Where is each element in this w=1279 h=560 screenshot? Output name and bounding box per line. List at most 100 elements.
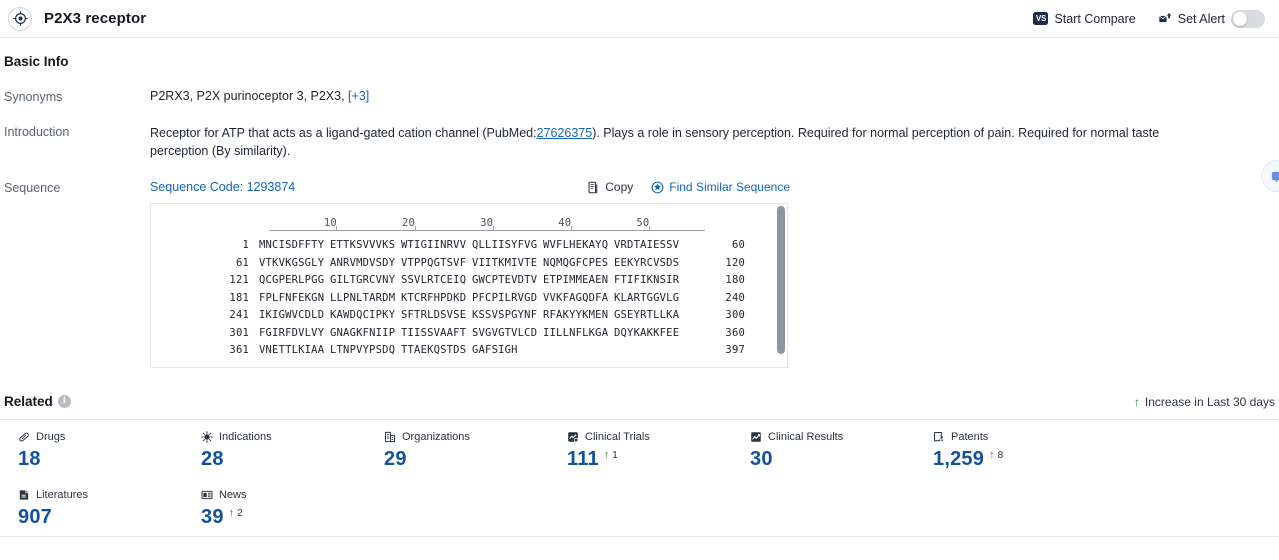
card-header: Clinical Results — [750, 430, 915, 444]
sequence-chunk: VNETTLKIAA — [259, 344, 325, 356]
sequence-chunk: GSEYRTLLKA — [614, 309, 680, 321]
card-value-row: 1,259 ↑ 8 — [933, 449, 1098, 469]
introduction-text-pre: Receptor for ATP that acts as a ligand-g… — [150, 126, 537, 140]
sequence-chunk: EEKYRCVSDS — [614, 256, 680, 269]
introduction-label: Introduction — [4, 125, 70, 139]
sequence-line: 1 MNCISDFFTY ETTKSVVVKS WTIGIINRVV QLLIISYFV… — [151, 236, 787, 254]
sequence-chunk: ANRVMDVSDY — [330, 256, 396, 269]
card-value-row: 30 — [750, 449, 915, 469]
sequence-start-index: 61 — [235, 256, 249, 269]
find-similar-sequence-button[interactable]: Find Similar Sequence — [651, 180, 790, 194]
ruler-tick-label: 30 — [480, 217, 494, 230]
target-circle-icon[interactable] — [8, 6, 32, 31]
main-content: Basic Info Synonyms P2RX3, P2X purinocep… — [0, 38, 1279, 538]
patent-icon — [933, 431, 945, 443]
card-delta: ↑ 1 — [603, 449, 618, 462]
related-card-clinical-trials[interactable]: Clinical Trials 111 ↑ 1 — [549, 420, 732, 478]
sequence-end-index: 300 — [725, 309, 745, 321]
sequence-chunk: TIISSVAAFT — [401, 326, 467, 339]
card-header: Indications — [201, 430, 366, 444]
delta-up-arrow-icon: ↑ — [228, 507, 235, 520]
card-value-row: 111 ↑ 1 — [567, 449, 732, 469]
virus-icon — [201, 431, 213, 444]
ruler-tick-label: 10 — [323, 217, 337, 230]
sequence-chunk: VIITKMIVTE — [472, 256, 538, 269]
book-icon — [18, 489, 30, 501]
sequence-start-index: 361 — [229, 344, 249, 356]
clinical-trial-icon — [567, 431, 579, 443]
copy-button[interactable]: Copy — [587, 180, 633, 194]
sequence-code[interactable]: Sequence Code: 1293874 — [150, 180, 295, 194]
sequence-chunk: VTKVKGSGLY — [259, 256, 325, 269]
sequence-end-index: 240 — [725, 291, 745, 304]
delta-up-arrow-icon: ↑ — [989, 449, 995, 462]
card-label: Drugs — [36, 431, 66, 444]
sequence-chunk: WTIGIINRVV — [401, 239, 467, 251]
sequence-chunk: MNCISDFFTY — [259, 239, 325, 251]
start-compare-label: Start Compare — [1054, 11, 1136, 26]
sequence-scrollbar[interactable] — [777, 206, 785, 355]
sequence-label: Sequence — [4, 181, 61, 196]
sequence-chunk: TTAEKQSTDS — [401, 344, 467, 356]
synonyms-value: P2RX3, P2X purinoceptor 3, P2X3, [+3] — [150, 89, 1279, 104]
app-header: P2X3 receptor VS Start Compare Set Alert — [0, 0, 1279, 38]
card-value: 29 — [384, 448, 407, 471]
synonyms-more-link[interactable]: [+3] — [348, 89, 369, 103]
card-value: 111 — [567, 448, 599, 471]
sequence-chunk: QLLIISYFVG — [472, 239, 538, 251]
sequence-chunk: GAFSIGH — [472, 344, 518, 356]
start-compare-button[interactable]: VS Start Compare — [1033, 11, 1136, 26]
sequence-chunk: KSSVSPGYNF — [472, 309, 538, 321]
up-arrow-icon: ↑ — [1133, 394, 1140, 409]
card-delta: ↑ 2 — [228, 507, 243, 520]
card-label: Literatures — [36, 489, 88, 502]
card-label: Organizations — [402, 431, 470, 444]
card-value-row: 29 — [384, 449, 549, 469]
sequence-header: Sequence Code: 1293874 Copy Find Similar… — [150, 180, 790, 194]
related-card-literatures[interactable]: Literatures 907 — [0, 478, 183, 536]
sequence-start-index: 241 — [229, 309, 249, 321]
related-card-organizations[interactable]: Organizations 29 — [366, 420, 549, 478]
sequence-chunk: VTPPQGTSVF — [401, 256, 467, 269]
sequence-chunk: VRDTAIESSV — [614, 239, 680, 251]
sequence-chunk: IILLNFLKGA — [543, 326, 609, 339]
sequence-chunk: IKIGWVCDLD — [259, 309, 325, 321]
sequence-chunk-spacer — [543, 344, 614, 356]
card-value: 1,259 — [933, 448, 985, 471]
card-value-row: 907 — [18, 507, 183, 527]
ruler-tick-label: 40 — [558, 217, 572, 230]
sequence-lines: 1 MNCISDFFTY ETTKSVVVKS WTIGIINRVV QLLIISYFV… — [151, 236, 787, 359]
set-alert-control[interactable]: Set Alert — [1158, 9, 1265, 28]
sequence-ruler: 10 20 30 40 50 — [151, 214, 787, 236]
sequence-viewer[interactable]: 10 20 30 40 50 1 MNCISDFFTY ETTKSVVVKS WTIGIINR… — [150, 203, 788, 369]
delta-up-arrow-icon: ↑ — [603, 449, 610, 462]
sequence-chunk: VVKFAGQDFA — [543, 291, 609, 304]
related-title: Related — [4, 394, 53, 410]
related-card-news[interactable]: News 39 ↑ 2 — [183, 478, 366, 536]
header-actions: VS Start Compare Set Alert — [1033, 9, 1265, 28]
increase-legend: ↑ Increase in Last 30 days — [1134, 395, 1275, 409]
card-header: Organizations — [384, 430, 549, 444]
synonyms-row: Synonyms P2RX3, P2X purinoceptor 3, P2X3… — [0, 89, 1279, 104]
sequence-chunk: LTNPVYPSDQ — [330, 344, 396, 356]
related-card-drugs[interactable]: Drugs 18 — [0, 420, 183, 478]
related-card-indications[interactable]: Indications 28 — [183, 420, 366, 478]
sequence-chunk: DQYKAKKFEE — [614, 326, 680, 339]
pubmed-link[interactable]: 27626375 — [537, 126, 593, 140]
sequence-residues: MNCISDFFTY ETTKSVVVKS WTIGIINRVV QLLIISYFVG… — [259, 239, 685, 251]
delta-value: 1 — [612, 450, 618, 462]
increase-legend-label: Increase in Last 30 days — [1144, 394, 1275, 409]
info-icon[interactable]: i — [57, 395, 71, 409]
sequence-chunk: GWCPTEVDTV — [472, 274, 538, 286]
related-card-patents[interactable]: Patents 1,259 ↑ 8 — [915, 420, 1098, 478]
card-label: News — [219, 489, 247, 502]
sequence-end-index: 120 — [725, 256, 745, 269]
building-icon — [384, 431, 396, 443]
sequence-residues: IKIGWVCDLD KAWDQCIPKY SFTRLDSVSE KSSVSPGYNF… — [259, 309, 685, 321]
card-value: 39 — [201, 506, 224, 529]
set-alert-toggle[interactable] — [1231, 9, 1265, 28]
ruler-tick-label: 20 — [402, 217, 416, 230]
related-card-clinical-results[interactable]: Clinical Results 30 — [732, 420, 915, 478]
find-similar-icon — [651, 181, 664, 194]
news-icon — [201, 489, 213, 501]
